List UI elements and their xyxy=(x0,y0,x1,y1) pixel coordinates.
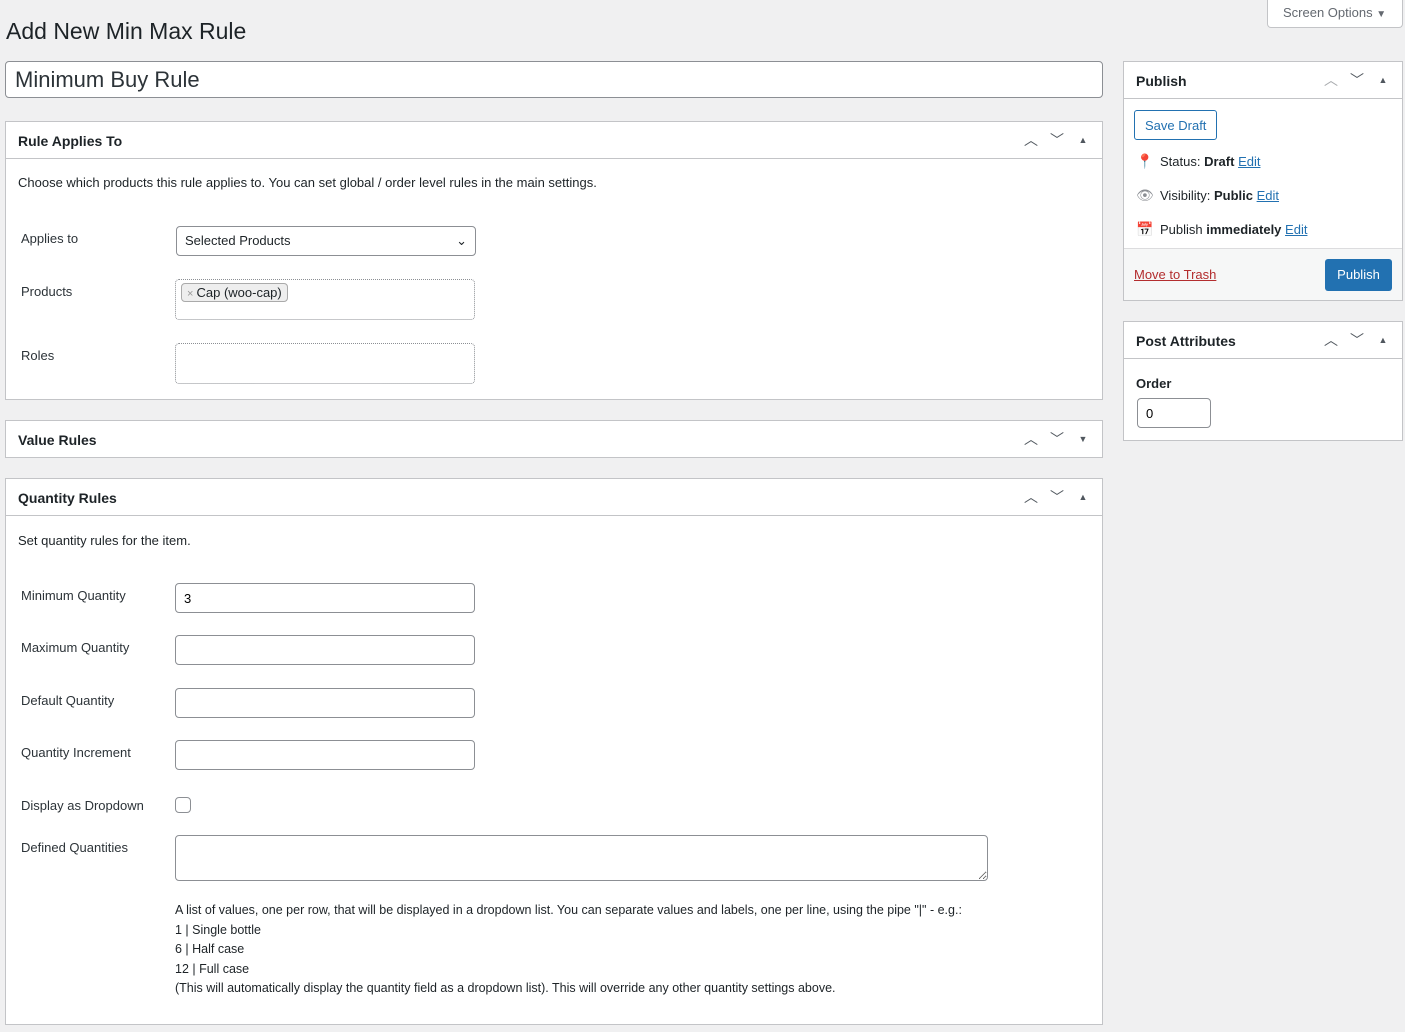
collapse-icon[interactable]: ▲ xyxy=(1374,75,1392,85)
box-header[interactable]: Rule Applies To ︿ ﹀ ▲ xyxy=(6,122,1102,159)
schedule-text: Publish immediately Edit xyxy=(1160,222,1307,237)
help-line: 12 | Full case xyxy=(175,961,250,976)
help-line: (This will automatically display the qua… xyxy=(175,981,836,995)
move-up-icon[interactable]: ︿ xyxy=(1022,130,1040,150)
page-title: Add New Min Max Rule xyxy=(6,18,247,44)
publish-button[interactable]: Publish xyxy=(1325,259,1392,291)
status-value: Draft xyxy=(1204,154,1235,169)
move-down-icon[interactable]: ﹀ xyxy=(1048,487,1066,507)
description: Choose which products this rule applies … xyxy=(18,175,597,190)
min-quantity-input[interactable] xyxy=(175,583,475,613)
collapse-icon[interactable]: ▲ xyxy=(1374,335,1392,345)
visibility-value: Public xyxy=(1213,188,1253,203)
box-header[interactable]: Publish ︿ ﹀ ▲ xyxy=(1124,62,1402,99)
defined-quantities-textarea[interactable] xyxy=(175,835,988,881)
defined-quantities-help: A list of values, one per row, that will… xyxy=(175,901,962,999)
select-value: Selected Products xyxy=(185,233,291,248)
box-title: Rule Applies To xyxy=(18,133,123,149)
post-attributes-box: Post Attributes ︿ ﹀ ▲ Order xyxy=(1123,321,1403,441)
defined-quantities-label: Defined Quantities xyxy=(21,840,128,855)
collapse-icon[interactable]: ▲ xyxy=(1074,135,1092,145)
schedule-value: immediately xyxy=(1206,222,1282,237)
visibility-label: Visibility: xyxy=(1160,188,1211,203)
applies-to-label: Applies to xyxy=(21,231,79,246)
products-input[interactable]: × Cap (woo-cap) xyxy=(175,279,475,320)
order-input[interactable] xyxy=(1137,398,1211,428)
publish-actions: Move to Trash Publish xyxy=(1124,248,1402,300)
max-quantity-input[interactable] xyxy=(175,635,475,665)
edit-schedule-link[interactable]: Edit xyxy=(1285,222,1307,237)
help-line: 1 | Single bottle xyxy=(175,922,261,937)
roles-label: Roles xyxy=(21,348,55,363)
move-down-icon[interactable]: ﹀ xyxy=(1348,70,1366,90)
title-input[interactable] xyxy=(5,61,1103,98)
calendar-icon: 📅 xyxy=(1136,221,1154,237)
description: Set quantity rules for the item. xyxy=(18,533,191,548)
move-down-icon[interactable]: ﹀ xyxy=(1048,130,1066,150)
box-header[interactable]: Value Rules ︿ ﹀ ▼ xyxy=(6,421,1102,458)
chevron-down-icon: ⌄ xyxy=(456,233,467,248)
default-quantity-input[interactable] xyxy=(175,688,475,718)
pin-icon: 📍 xyxy=(1136,153,1154,169)
box-header[interactable]: Post Attributes ︿ ﹀ ▲ xyxy=(1124,322,1402,359)
edit-status-link[interactable]: Edit xyxy=(1238,154,1260,169)
move-up-icon[interactable]: ︿ xyxy=(1022,429,1040,449)
collapse-icon[interactable]: ▲ xyxy=(1074,492,1092,502)
display-dropdown-checkbox[interactable] xyxy=(175,797,191,813)
min-quantity-label: Minimum Quantity xyxy=(21,588,126,603)
display-dropdown-label: Display as Dropdown xyxy=(21,798,144,813)
screen-options-label: Screen Options xyxy=(1283,5,1373,20)
default-quantity-label: Default Quantity xyxy=(21,693,115,708)
status-label: Status: xyxy=(1160,154,1201,169)
move-up-icon[interactable]: ︿ xyxy=(1322,70,1340,90)
box-header[interactable]: Quantity Rules ︿ ﹀ ▲ xyxy=(6,479,1102,516)
quantity-increment-input[interactable] xyxy=(175,740,475,770)
screen-options-button[interactable]: Screen Options ▼ xyxy=(1267,0,1403,28)
schedule-label: Publish xyxy=(1160,222,1203,237)
edit-visibility-link[interactable]: Edit xyxy=(1257,188,1279,203)
expand-icon[interactable]: ▼ xyxy=(1074,434,1092,444)
roles-input[interactable] xyxy=(175,343,475,384)
product-tag-label: Cap (woo-cap) xyxy=(196,285,282,300)
box-title: Quantity Rules xyxy=(18,490,117,506)
quantity-increment-label: Quantity Increment xyxy=(21,745,131,760)
save-draft-button[interactable]: Save Draft xyxy=(1134,110,1218,140)
box-title: Value Rules xyxy=(18,432,97,448)
max-quantity-label: Maximum Quantity xyxy=(21,640,130,655)
move-down-icon[interactable]: ﹀ xyxy=(1348,330,1366,350)
rule-applies-box: Rule Applies To ︿ ﹀ ▲ Choose which product… xyxy=(5,121,1103,400)
box-title: Publish xyxy=(1136,73,1187,89)
value-rules-box: Value Rules ︿ ﹀ ▼ xyxy=(5,420,1103,458)
help-line: A list of values, one per row, that will… xyxy=(175,903,962,917)
eye-icon: 👁 xyxy=(1136,187,1154,203)
box-title: Post Attributes xyxy=(1136,333,1236,349)
move-up-icon[interactable]: ︿ xyxy=(1022,487,1040,507)
move-up-icon[interactable]: ︿ xyxy=(1322,330,1340,350)
caret-down-icon: ▼ xyxy=(1376,9,1387,20)
status-text: Status: Draft Edit xyxy=(1160,154,1260,169)
move-down-icon[interactable]: ﹀ xyxy=(1048,429,1066,449)
visibility-text: Visibility: Public Edit xyxy=(1160,188,1279,203)
order-label: Order xyxy=(1136,376,1172,391)
product-tag: × Cap (woo-cap) xyxy=(181,283,288,302)
help-line: 6 | Half case xyxy=(175,942,245,956)
move-to-trash-link[interactable]: Move to Trash xyxy=(1134,267,1216,282)
products-label: Products xyxy=(21,284,73,299)
applies-to-select[interactable]: Selected Products ⌄ xyxy=(176,226,476,256)
publish-box: Publish ︿ ﹀ ▲ Save Draft 📍 Status: Draft Ed… xyxy=(1123,61,1403,301)
quantity-rules-box: Quantity Rules ︿ ﹀ ▲ Set quantity rules fo… xyxy=(5,478,1103,1025)
